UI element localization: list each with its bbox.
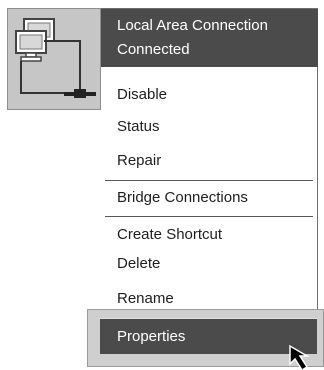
menu-item-status[interactable]: Status [117,117,160,137]
menu-separator [105,216,313,217]
menu-item-repair[interactable]: Repair [117,151,161,171]
menu-item-create-shortcut[interactable]: Create Shortcut [117,225,222,245]
menu-item-rename[interactable]: Rename [117,289,174,309]
menu-header: Local Area Connection Connected [101,9,318,67]
connection-name: Local Area Connection [117,17,268,34]
menu-separator [105,180,313,181]
menu-item-properties[interactable]: Properties [100,318,317,354]
menu-item-disable[interactable]: Disable [117,85,167,105]
monitors-icon [15,18,96,98]
mouse-pointer-icon [289,344,310,370]
connection-status: Connected [117,41,190,58]
network-connection-icon[interactable] [7,8,101,110]
menu-item-delete[interactable]: Delete [117,254,160,274]
menu-item-bridge-connections[interactable]: Bridge Connections [117,188,248,208]
